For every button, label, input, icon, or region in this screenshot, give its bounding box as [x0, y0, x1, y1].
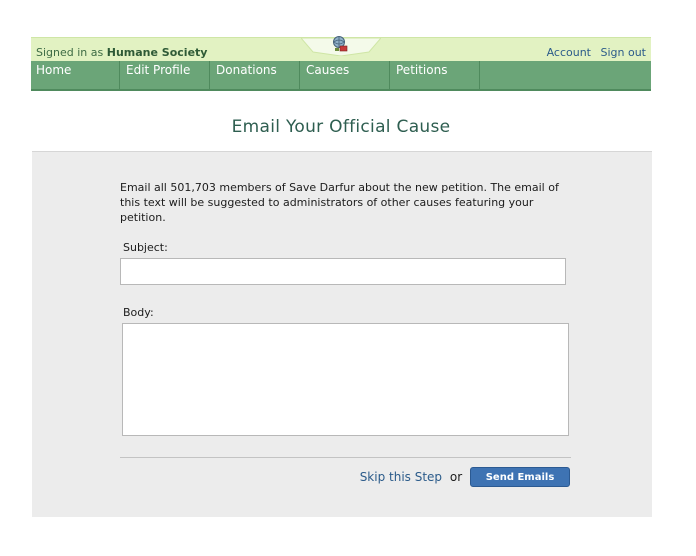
- sign-out-link[interactable]: Sign out: [600, 46, 646, 59]
- top-bar: Signed in as Humane Society Account Sign…: [31, 35, 651, 62]
- nav-item-edit-profile[interactable]: Edit Profile: [121, 61, 210, 89]
- subject-label: Subject:: [123, 241, 168, 254]
- form-actions: Skip this Step or Send Emails: [360, 467, 570, 487]
- signed-in-name: Humane Society: [106, 46, 208, 59]
- globe-logo-icon[interactable]: [331, 35, 349, 53]
- email-form-panel: Email all 501,703 members of Save Darfur…: [32, 151, 652, 517]
- form-divider: [120, 457, 571, 458]
- body-textarea[interactable]: [122, 323, 569, 436]
- nav-item-causes[interactable]: Causes: [301, 61, 390, 89]
- page: Signed in as Humane Society Account Sign…: [0, 0, 696, 556]
- account-links: Account Sign out: [541, 46, 646, 59]
- send-emails-button[interactable]: Send Emails: [470, 467, 570, 487]
- intro-text: Email all 501,703 members of Save Darfur…: [120, 181, 559, 224]
- signed-in-status: Signed in as Humane Society: [36, 46, 207, 59]
- skip-step-link[interactable]: Skip this Step: [360, 470, 442, 484]
- subject-input[interactable]: [120, 258, 566, 285]
- main-nav: Home Edit Profile Donations Causes Petit…: [31, 61, 651, 91]
- account-link[interactable]: Account: [547, 46, 591, 59]
- signed-in-prefix: Signed in as: [36, 46, 104, 59]
- body-label: Body:: [123, 306, 154, 319]
- nav-item-home[interactable]: Home: [31, 61, 120, 89]
- nav-item-donations[interactable]: Donations: [211, 61, 300, 89]
- or-text: or: [449, 470, 463, 484]
- page-title: Email Your Official Cause: [231, 117, 451, 137]
- nav-item-petitions[interactable]: Petitions: [391, 61, 480, 89]
